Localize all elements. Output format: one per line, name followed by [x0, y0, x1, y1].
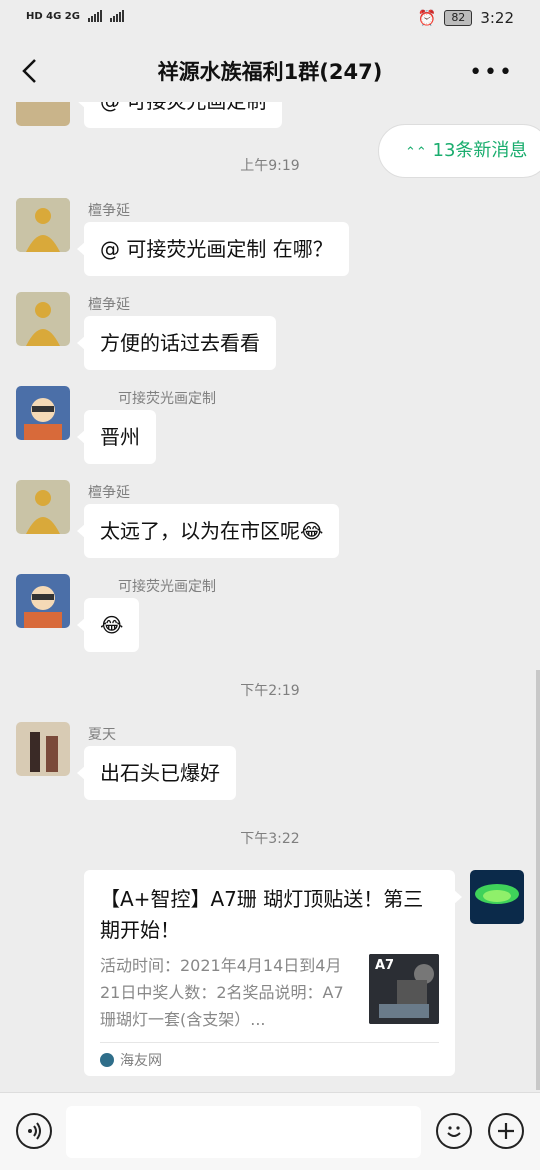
message-bubble[interactable]: @ 可接荧光画定制 [76, 102, 283, 128]
link-card[interactable]: 【A+智控】A7珊 瑚灯顶贴送！第三期开始！ 活动时间：2021年4月14日到4… [84, 870, 462, 1076]
status-right: ⏰ 82 3:22 [418, 9, 514, 27]
battery-icon: 82 [444, 10, 473, 26]
laugh-cry-emoji-icon: 😂 [300, 519, 324, 543]
message-bubble[interactable]: 出石头已爆好 [77, 746, 236, 800]
card-title: 【A+智控】A7珊 瑚灯顶贴送！第三期开始！ [100, 887, 424, 942]
avatar-painting[interactable] [16, 722, 70, 776]
sender-name: 檀争延 [88, 297, 130, 313]
status-time: 3:22 [480, 9, 514, 27]
avatar[interactable] [16, 102, 70, 126]
avatar-buddha[interactable] [16, 198, 70, 252]
avatar-buddha[interactable] [16, 480, 70, 534]
card-thumbnail: A7 [369, 954, 439, 1024]
message-input[interactable] [66, 1106, 421, 1158]
timestamp: 上午9:19 [240, 158, 300, 174]
laugh-cry-emoji-icon: 😂 [100, 613, 124, 637]
message-text: 太远了，以为在市区呢 [100, 519, 300, 543]
voice-icon[interactable] [16, 1113, 52, 1149]
signal-icon-2 [109, 10, 124, 22]
card-description: 活动时间：2021年4月14日到4月21日中奖人数：2名奖品说明：A7珊瑚灯一套… [100, 956, 344, 1029]
input-bar [0, 1092, 540, 1170]
timestamp: 下午2:19 [240, 683, 300, 699]
message-bubble[interactable]: 方便的话过去看看 [77, 316, 276, 370]
message-bubble[interactable]: 太远了，以为在市区呢😂 [76, 504, 340, 558]
alarm-icon: ⏰ [417, 9, 437, 27]
chat-title: 祥源水族福利1群(247) [157, 60, 383, 84]
card-source: 海友网 [100, 1050, 162, 1070]
source-label: 海友网 [120, 1053, 162, 1069]
sender-name: 可接荧光画定制 [118, 579, 216, 595]
sender-name: 可接荧光画定制 [118, 391, 216, 407]
sender-name: 夏天 [88, 727, 116, 743]
avatar-cartoon[interactable] [16, 386, 70, 440]
sender-name: 檀争延 [88, 203, 130, 219]
scrollbar[interactable] [536, 670, 540, 1090]
message-bubble[interactable]: 😂 [76, 598, 140, 652]
avatar-buddha[interactable] [16, 292, 70, 346]
sender-name: 檀争延 [88, 485, 130, 501]
chat-area[interactable]: @ 可接荧光画定制 ⌃⌃ 13条新消息 上午9:19 檀争延 @ 可接荧光画定制… [0, 102, 540, 1092]
card-divider [100, 1042, 439, 1043]
message-bubble[interactable]: 晋州 [77, 410, 156, 464]
back-icon[interactable] [16, 56, 46, 86]
avatar-cartoon[interactable] [16, 574, 70, 628]
status-left: HD 4G 2G [26, 10, 124, 22]
card-thumb-label: A7 [375, 958, 395, 973]
title-bar: 祥源水族福利1群(247) ••• [0, 38, 540, 102]
timestamp: 下午3:22 [240, 831, 300, 847]
plus-icon[interactable] [488, 1113, 524, 1149]
signal-icon [87, 10, 102, 22]
source-logo-icon [100, 1053, 114, 1067]
more-icon[interactable]: ••• [469, 60, 514, 85]
emoji-icon[interactable] [436, 1113, 472, 1149]
network-label: HD 4G 2G [26, 10, 80, 22]
status-bar: HD 4G 2G ⏰ 82 3:22 [0, 0, 540, 38]
avatar-coral[interactable] [470, 870, 524, 924]
message-bubble[interactable]: @ 可接荧光画定制 在哪？ [77, 222, 349, 276]
